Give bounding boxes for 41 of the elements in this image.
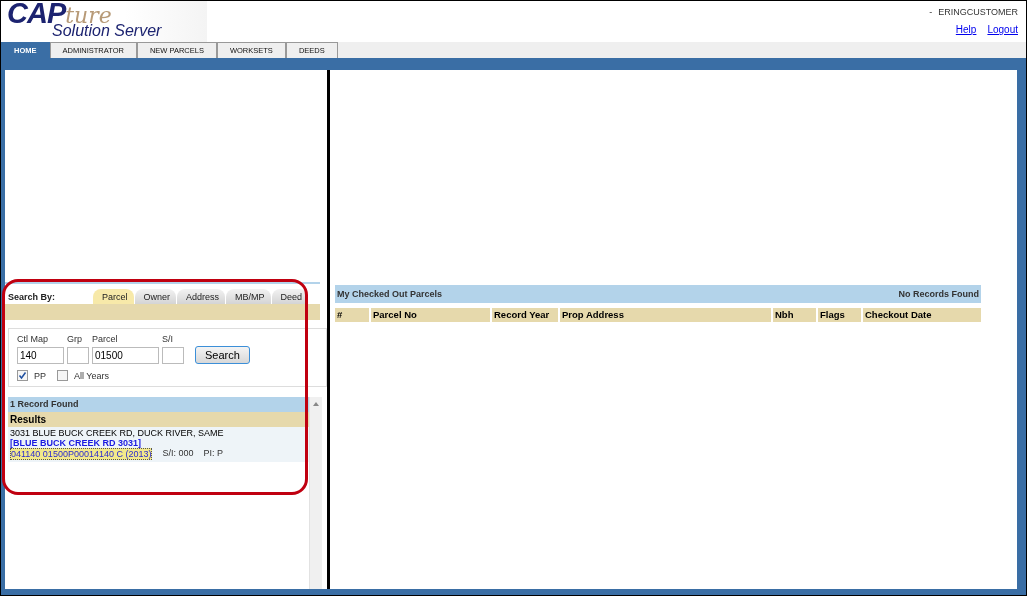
column-header: # [335, 308, 369, 322]
input-field[interactable] [162, 347, 184, 364]
result-item[interactable]: 3031 BLUE BUCK CREEK RD, DUCK RIVER, SAME [BLUE BUCK CREEK RD 3031] 041140 01500P00014140 C (2013) S/I: 000 PI: P [8, 427, 309, 462]
column-header: Prop Address [560, 308, 771, 322]
result-link[interactable]: [BLUE BUCK CREEK RD 3031] [10, 438, 307, 448]
column-header: Checkout Date [863, 308, 981, 322]
column-header: Nbh [773, 308, 816, 322]
search-button[interactable]: Search [195, 346, 250, 364]
parcel-link[interactable]: 041140 01500P00014140 C (2013) [10, 448, 153, 460]
search-tab[interactable]: Address [177, 289, 226, 304]
separator-dash: - [929, 7, 933, 17]
column-header: Parcel No [371, 308, 490, 322]
input-field[interactable]: 140 [17, 347, 64, 364]
field-label: Grp [67, 334, 83, 344]
column-header: Record Year [492, 308, 558, 322]
scroll-up-icon[interactable] [313, 402, 319, 406]
field-label: Ctl Map [17, 334, 49, 344]
results-header: Results [8, 412, 309, 427]
search-tab[interactable]: Parcel [93, 289, 134, 304]
field-label: S/I [162, 334, 174, 344]
panel-status: No Records Found [898, 289, 979, 299]
result-address: 3031 BLUE BUCK CREEK RD, DUCK RIVER, SAME [10, 428, 225, 438]
scrollbar[interactable] [309, 397, 322, 589]
search-by-label: Search By: [8, 292, 57, 304]
panel-title: My Checked Out Parcels [337, 289, 443, 299]
field-label: Parcel [92, 334, 119, 344]
checkbox-label: PP [34, 370, 46, 381]
column-header: Flags [818, 308, 861, 322]
user-name: ERINGCUSTOMER [938, 7, 1018, 17]
record-count-bar: 1 Record Found [8, 397, 309, 412]
input-field[interactable]: 01500 [92, 347, 159, 364]
pi-text: PI: P [203, 448, 223, 460]
checkbox[interactable] [17, 370, 28, 381]
input-field[interactable] [67, 347, 89, 364]
header-link[interactable]: Logout [987, 24, 1018, 35]
si-text: S/I: 000 [162, 448, 194, 460]
header-link[interactable]: Help [955, 24, 977, 35]
checkbox-label: All Years [74, 370, 110, 381]
search-tab[interactable]: MB/MP [226, 289, 271, 304]
checkbox[interactable] [57, 370, 68, 381]
search-tab[interactable]: Owner [134, 289, 177, 304]
